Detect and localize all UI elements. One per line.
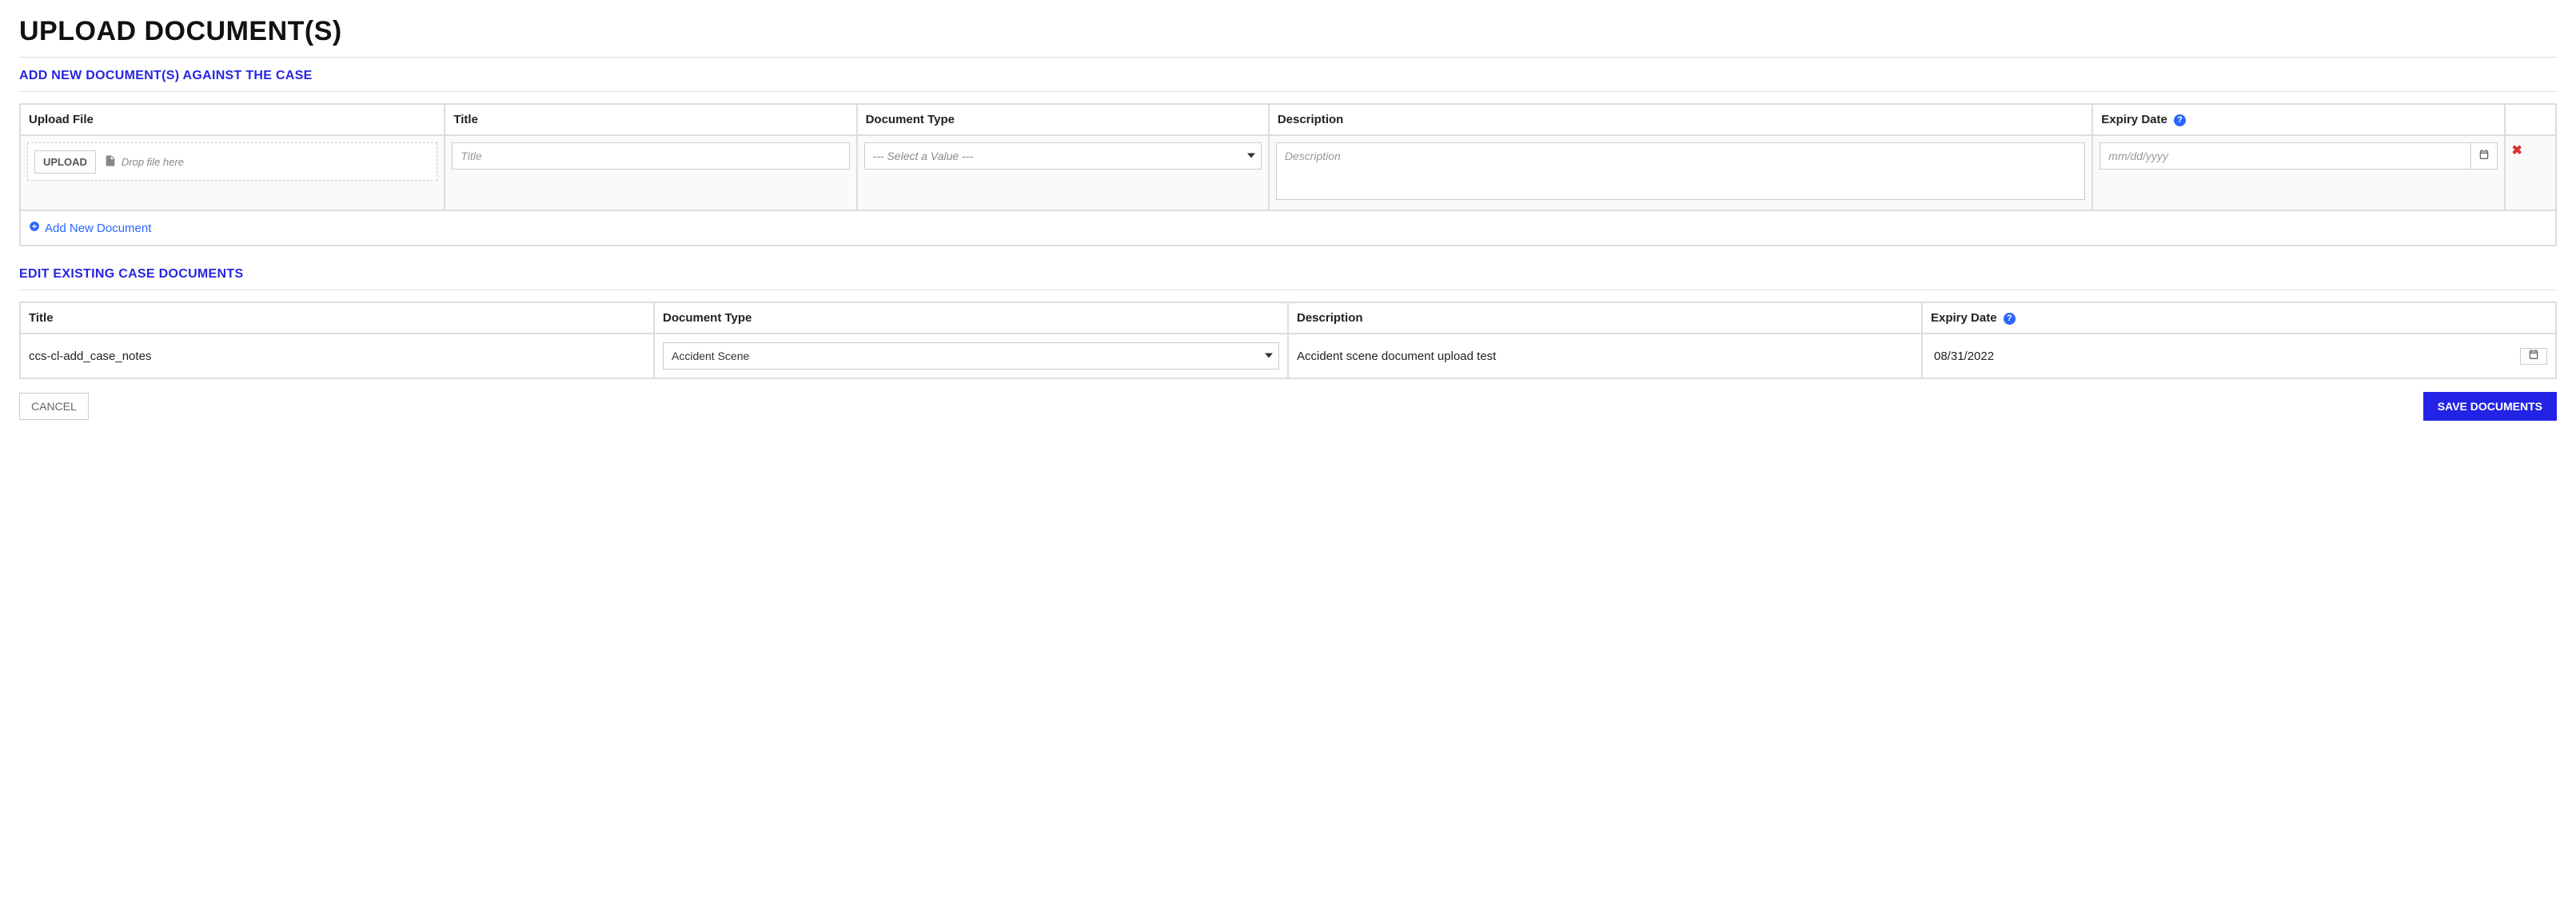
header-expiry-date: Expiry Date ? — [1922, 302, 2556, 334]
existing-document-type-select[interactable]: Accident Scene — [663, 342, 1279, 370]
section-title-add: ADD NEW DOCUMENT(S) AGAINST THE CASE — [19, 69, 2557, 83]
header-upload-file: Upload File — [20, 104, 445, 135]
divider — [19, 57, 2557, 58]
upload-dropzone[interactable]: UPLOAD Drop file here — [27, 142, 437, 181]
table-row: ccs-cl-add_case_notes Accident Scene Acc… — [20, 334, 2556, 378]
header-title: Title — [445, 104, 856, 135]
help-icon[interactable]: ? — [2004, 313, 2016, 325]
header-expiry-date: Expiry Date ? — [2092, 104, 2504, 135]
plus-circle-icon — [29, 221, 40, 235]
existing-description-value[interactable]: Accident scene document upload test — [1297, 348, 1913, 365]
header-title: Title — [20, 302, 654, 334]
edit-documents-table: Title Document Type Description Expiry D… — [19, 302, 2557, 379]
header-description: Description — [1288, 302, 1922, 334]
section-title-edit: EDIT EXISTING CASE DOCUMENTS — [19, 267, 2557, 282]
document-type-display[interactable]: --- Select a Value --- — [864, 142, 1262, 170]
existing-title-value[interactable]: ccs-cl-add_case_notes — [29, 348, 645, 365]
add-documents-table: Upload File Title Document Type Descript… — [19, 103, 2557, 246]
page-title: UPLOAD DOCUMENT(S) — [19, 16, 2557, 47]
remove-row-button[interactable]: ✖ — [2512, 144, 2522, 158]
drop-file-hint: Drop file here — [122, 156, 184, 168]
header-document-type: Document Type — [654, 302, 1288, 334]
add-new-document-label: Add New Document — [45, 222, 151, 235]
existing-document-type-display[interactable]: Accident Scene — [663, 342, 1279, 370]
help-icon[interactable]: ? — [2174, 114, 2186, 126]
header-remove — [2505, 104, 2556, 135]
header-description: Description — [1269, 104, 2092, 135]
existing-expiry-value[interactable]: 08/31/2022 — [1931, 348, 2520, 365]
upload-button[interactable]: UPLOAD — [34, 150, 96, 174]
expiry-date-input[interactable] — [2099, 142, 2470, 170]
add-document-row: UPLOAD Drop file here --- Select a Value… — [20, 135, 2556, 210]
add-new-document-link[interactable]: Add New Document — [29, 221, 151, 235]
cancel-button[interactable]: CANCEL — [19, 393, 89, 420]
description-input[interactable] — [1276, 142, 2085, 200]
calendar-button[interactable] — [2520, 348, 2547, 365]
title-input[interactable] — [452, 142, 849, 170]
file-drop-icon — [104, 154, 117, 170]
calendar-icon — [2528, 349, 2539, 363]
header-expiry-date-label: Expiry Date — [1931, 311, 1997, 325]
save-documents-button[interactable]: SAVE DOCUMENTS — [2423, 392, 2557, 421]
calendar-icon — [2478, 149, 2490, 163]
document-type-select[interactable]: --- Select a Value --- — [864, 142, 1262, 170]
header-document-type: Document Type — [857, 104, 1269, 135]
calendar-button[interactable] — [2470, 142, 2498, 170]
divider — [19, 91, 2557, 92]
header-expiry-date-label: Expiry Date — [2101, 113, 2167, 126]
